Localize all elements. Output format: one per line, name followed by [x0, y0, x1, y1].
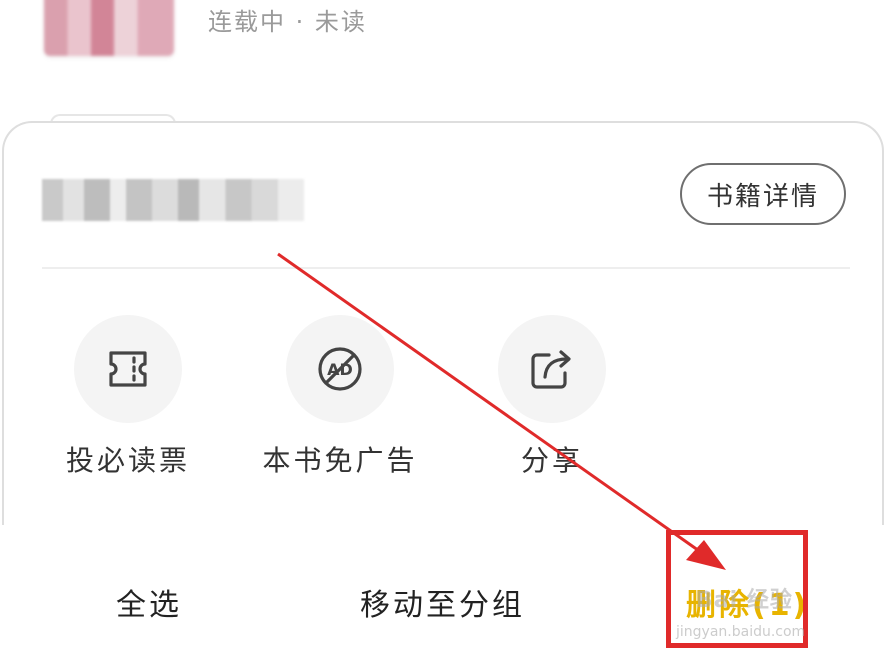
select-all-button[interactable]: 全选 — [116, 580, 182, 624]
remove-ads-action[interactable]: AD 本书免广告 — [240, 315, 440, 485]
watermark-brand: Bai 经验 — [696, 588, 793, 613]
book-title-blurred — [42, 179, 304, 221]
book-status-text: 连载中 · 未读 — [208, 8, 367, 36]
book-action-sheet: 书籍详情 投必读票 AD 本书免广告 — [2, 121, 884, 525]
watermark-url: jingyan.baidu.com — [676, 624, 806, 640]
vote-ticket-label: 投必读票 — [65, 444, 190, 477]
no-ad-icon[interactable]: AD — [286, 315, 394, 423]
share-icon[interactable] — [498, 315, 606, 423]
book-details-button[interactable]: 书籍详情 — [680, 163, 846, 225]
book-list-item[interactable]: 连载中 · 未读 — [0, 0, 886, 110]
remove-ads-label: 本书免广告 — [262, 444, 418, 477]
sheet-divider — [42, 267, 850, 269]
share-label: 分享 — [520, 444, 583, 477]
vote-ticket-action[interactable]: 投必读票 — [28, 315, 228, 485]
share-action[interactable]: 分享 — [452, 315, 652, 485]
move-to-group-button[interactable]: 移动至分组 — [360, 580, 525, 624]
ticket-icon[interactable] — [74, 315, 182, 423]
book-cover-image — [44, 0, 174, 56]
